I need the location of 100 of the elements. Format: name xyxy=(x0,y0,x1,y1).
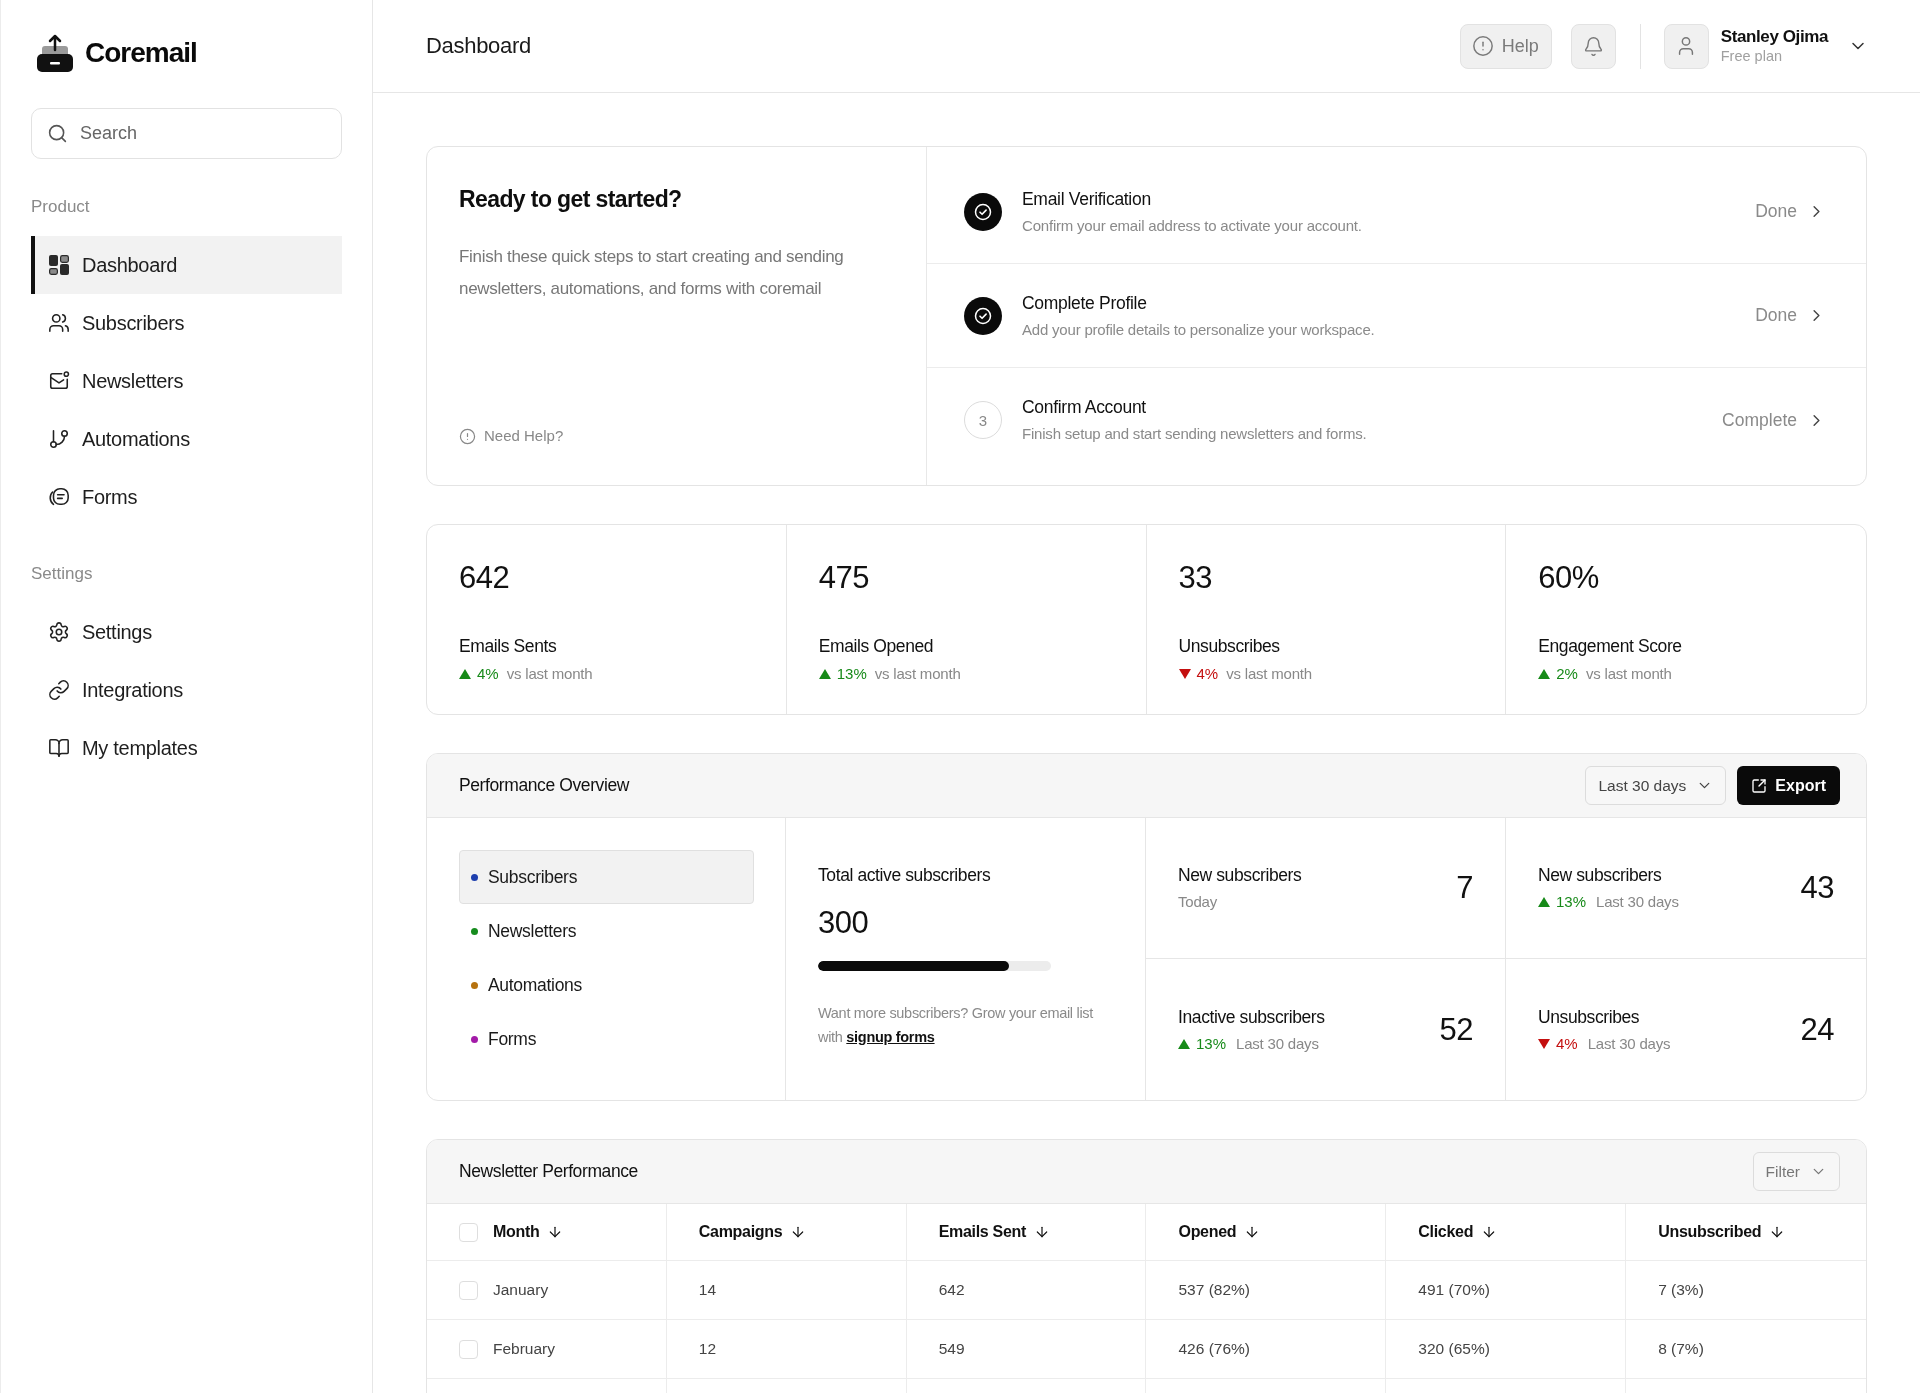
envelope-icon xyxy=(48,370,70,392)
table-cell-text: 7 (3%) xyxy=(1657,1280,1705,1300)
avatar-button[interactable] xyxy=(1663,23,1709,69)
table-cell: 12 xyxy=(666,1320,907,1378)
nav-item[interactable]: Subscribers xyxy=(31,294,342,352)
export-button[interactable]: Export xyxy=(1737,766,1840,805)
users-icon xyxy=(48,312,70,334)
metric-label: New subscribers xyxy=(1178,864,1302,886)
nav-item[interactable]: Forms xyxy=(31,468,342,526)
column-header[interactable]: Opened xyxy=(1178,1223,1261,1241)
table-cell: 642 xyxy=(906,1261,1147,1319)
column-header[interactable]: Month xyxy=(493,1223,564,1241)
trend-change: 4% xyxy=(1196,664,1219,684)
card-title: Performance Overview xyxy=(459,775,629,796)
metric-label: Inactive subscribers xyxy=(1178,1005,1325,1028)
brand-name: Coremail xyxy=(85,37,197,69)
page-title: Dashboard xyxy=(426,33,531,59)
settings-icon xyxy=(48,621,70,643)
card-description: Finish these quick steps to start creating and sending newsletters, automations, and forms with coremail xyxy=(459,246,845,300)
category-item[interactable]: Newsletters xyxy=(459,904,754,958)
nav-item[interactable]: My templates xyxy=(31,719,342,777)
trend-change: 2% xyxy=(1556,664,1578,684)
category-item[interactable]: Automations xyxy=(459,958,754,1012)
book-icon xyxy=(48,737,70,759)
metric-period: Today xyxy=(1178,892,1218,912)
column-header[interactable]: Campaigns xyxy=(698,1223,807,1241)
checkbox[interactable] xyxy=(459,1280,478,1300)
category-item[interactable]: Forms xyxy=(459,1012,754,1066)
stat-label: Emails Opened xyxy=(818,635,935,657)
nav-item[interactable]: Automations xyxy=(31,410,342,468)
table-cell-text: 8 (7%) xyxy=(1657,1339,1705,1359)
trend-comparison: vs last month xyxy=(874,664,961,684)
stat-label: Emails Sents xyxy=(459,635,558,657)
help-link[interactable]: Need Help? xyxy=(459,425,564,447)
nav-item[interactable]: Settings xyxy=(31,603,342,661)
note-icon xyxy=(48,486,70,508)
link-icon xyxy=(48,679,70,701)
trend-change: 13% xyxy=(1556,892,1587,912)
user-name: Stanley Ojima xyxy=(1720,27,1828,47)
help-button[interactable]: Help xyxy=(1459,23,1552,69)
table-cell: 14 xyxy=(666,1261,907,1319)
metric-value: 52 xyxy=(1439,1011,1473,1048)
trend-change: 13% xyxy=(1196,1033,1227,1054)
card-title: Newsletter Performance xyxy=(459,1161,638,1182)
month-text: January xyxy=(493,1281,549,1299)
external-link-icon xyxy=(1751,777,1768,794)
stat-value: 642 xyxy=(459,560,511,596)
month-text: February xyxy=(493,1340,556,1358)
metric-value: 300 xyxy=(818,905,870,941)
stat-value: 33 xyxy=(1178,560,1213,596)
alert-icon xyxy=(1471,35,1494,57)
branch-icon xyxy=(48,428,70,450)
metric-value: 43 xyxy=(1800,870,1834,906)
search-icon xyxy=(47,123,68,144)
table-cell: 491 (70%) xyxy=(1386,1261,1627,1319)
metric-period: Last 30 days xyxy=(1587,1033,1671,1054)
trend-change: 4% xyxy=(1556,1033,1578,1054)
metric-value: 24 xyxy=(1800,1011,1834,1048)
metric-value: 7 xyxy=(1456,870,1473,906)
metric-label: Unsubscribes xyxy=(1538,1005,1641,1028)
trend-change: 13% xyxy=(836,664,867,684)
metric-label: Total active subscribers xyxy=(818,864,992,886)
step-title: Complete Profile xyxy=(1022,291,1148,314)
checkbox[interactable] xyxy=(459,1222,478,1242)
nav-item[interactable]: Newsletters xyxy=(31,352,342,410)
trend-change: 4% xyxy=(477,664,499,684)
metric-period: Last 30 days xyxy=(1236,1033,1319,1054)
notifications-button[interactable] xyxy=(1570,23,1616,69)
alert-icon xyxy=(459,427,476,445)
nav-item[interactable]: Dashboard xyxy=(31,236,342,294)
tip-text: Want more subscribers? Grow your email list with signup forms xyxy=(818,1004,1095,1047)
grid-icon xyxy=(48,254,70,276)
stat-label: Unsubscribes xyxy=(1178,635,1281,657)
column-header[interactable]: Unsubscribed xyxy=(1658,1223,1786,1241)
signup-forms-link[interactable]: signup forms xyxy=(846,1029,935,1045)
metric-label: New subscribers xyxy=(1538,864,1663,886)
stat-value: 60% xyxy=(1538,560,1600,596)
column-header[interactable]: Emails Sent xyxy=(938,1223,1051,1241)
step-title: Email Verification xyxy=(1022,187,1152,210)
table-cell: 426 (76%) xyxy=(1146,1320,1387,1378)
metric-period: Last 30 days xyxy=(1596,892,1679,912)
checkbox[interactable] xyxy=(459,1339,478,1359)
nav-item[interactable]: Integrations xyxy=(31,661,342,719)
stat-value: 475 xyxy=(818,560,870,596)
category-item[interactable]: Subscribers xyxy=(459,850,754,904)
range-dropdown[interactable]: Last 30 days xyxy=(1585,766,1727,805)
search-field[interactable]: Search xyxy=(31,108,342,159)
card-title: Ready to get started? xyxy=(459,185,683,214)
step-description: Confirm your email address to activate your account. xyxy=(1022,215,1362,236)
step-description: Add your profile details to personalize your workspace. xyxy=(1022,319,1375,340)
step-status-link[interactable]: Complete xyxy=(1722,409,1826,431)
trend-comparison: vs last month xyxy=(506,664,593,684)
user-plan: Free plan xyxy=(1720,47,1784,65)
filter-button[interactable]: Filter xyxy=(1752,1152,1840,1191)
step-title: Confirm Account xyxy=(1022,396,1147,418)
table-cell: 320 (65%) xyxy=(1386,1320,1627,1378)
section-label: Settings xyxy=(31,563,94,585)
section-label: Product xyxy=(31,196,91,218)
trend-comparison: vs last month xyxy=(1585,664,1672,684)
column-header[interactable]: Clicked xyxy=(1418,1223,1498,1241)
